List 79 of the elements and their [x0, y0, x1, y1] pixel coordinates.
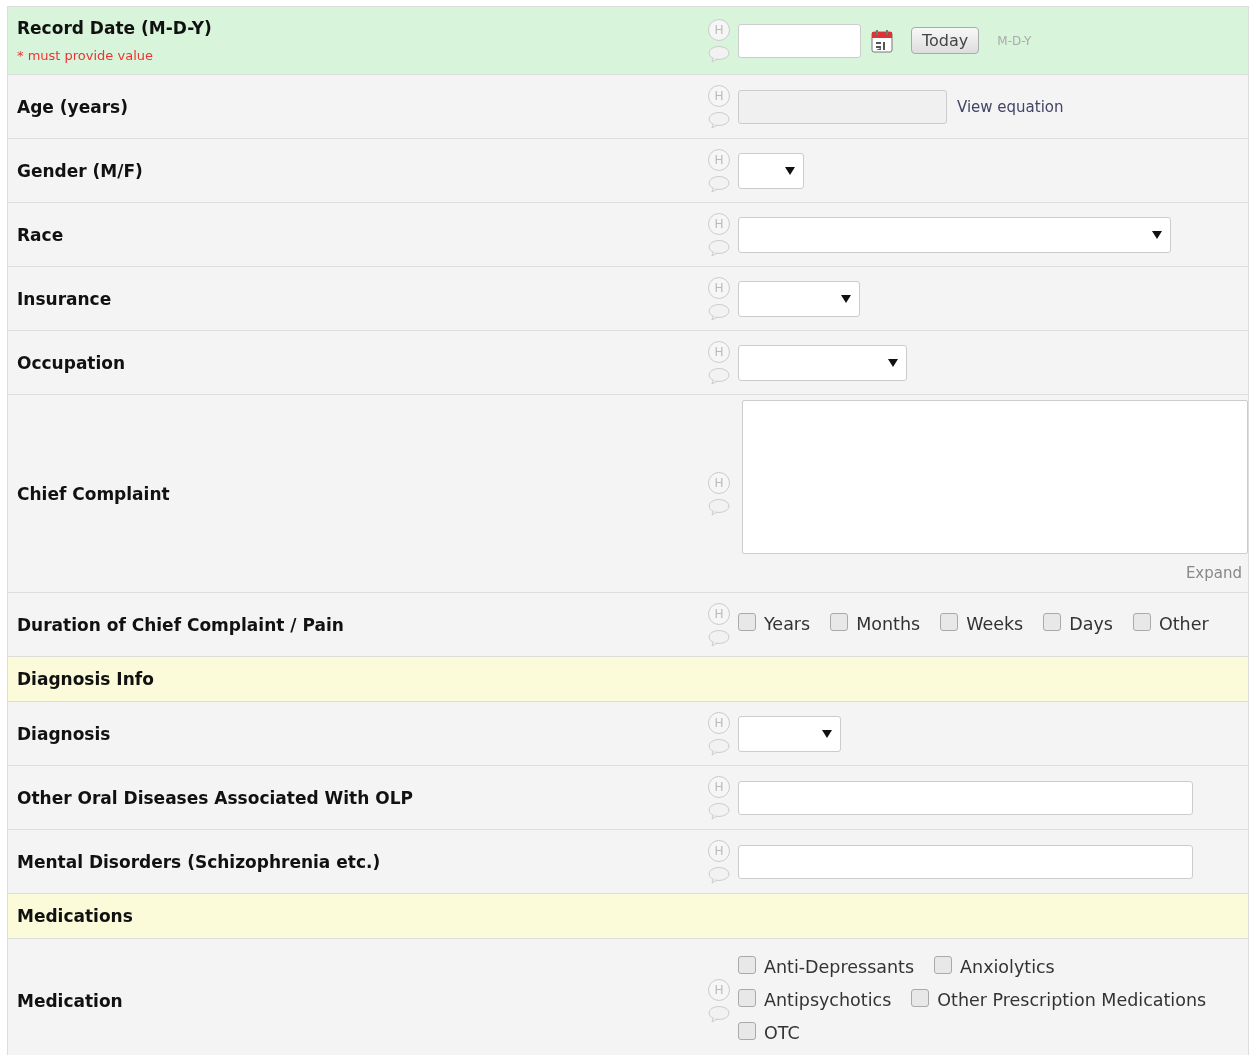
text-input[interactable]: [738, 844, 1193, 879]
today-button[interactable]: Today: [911, 27, 980, 54]
history-icon[interactable]: H: [708, 340, 730, 363]
dropdown-select[interactable]: [738, 715, 841, 752]
history-icon[interactable]: H: [708, 775, 730, 798]
option-label: OTC: [764, 1023, 800, 1043]
checkbox[interactable]: [738, 1022, 756, 1040]
dropdown-select[interactable]: [738, 216, 1171, 253]
history-icon[interactable]: H: [708, 148, 730, 171]
option-label: Months: [856, 614, 921, 634]
section-header: Medications: [7, 894, 1249, 939]
section-header: Diagnosis Info: [7, 657, 1249, 702]
history-icon[interactable]: H: [708, 711, 730, 734]
checkbox[interactable]: [1043, 613, 1062, 631]
calendar-icon[interactable]: [871, 28, 893, 53]
history-icon[interactable]: H: [708, 602, 730, 625]
dropdown-arrow-icon: [841, 294, 851, 303]
option-label: Weeks: [966, 614, 1024, 634]
dropdown-arrow-icon: [822, 729, 832, 738]
field-label: Medication: [17, 990, 124, 1011]
notes-textarea[interactable]: [742, 400, 1248, 554]
dropdown-arrow-icon: [785, 166, 795, 175]
comment-icon[interactable]: [708, 366, 730, 385]
field-label: Diagnosis: [17, 723, 112, 744]
dropdown-arrow-icon: [1152, 230, 1162, 239]
option-label: Anxiolytics: [960, 957, 1055, 977]
history-icon[interactable]: H: [708, 212, 730, 235]
comment-icon[interactable]: [708, 238, 730, 257]
field-label: Other Oral Diseases Associated With OLP: [17, 787, 414, 808]
history-icon[interactable]: H: [708, 84, 730, 107]
checkbox[interactable]: [934, 956, 953, 974]
comment-icon[interactable]: [708, 110, 730, 129]
option-label: Years: [764, 614, 811, 634]
checkbox[interactable]: [911, 989, 930, 1007]
comment-icon[interactable]: [708, 302, 730, 321]
expand-link[interactable]: Expand: [1185, 564, 1242, 582]
comment-icon[interactable]: [708, 737, 730, 756]
field-label: Mental Disorders (Schizophrenia etc.): [17, 851, 382, 872]
format-hint: M-D-Y: [997, 33, 1032, 48]
view-equation-link[interactable]: View equation: [957, 97, 1064, 116]
option-label: Antipsychotics: [764, 990, 892, 1010]
history-icon[interactable]: H: [708, 471, 730, 494]
field-label: Gender (M/F): [17, 160, 144, 181]
comment-icon[interactable]: [708, 44, 730, 63]
checkbox[interactable]: [738, 989, 756, 1007]
field-label: Duration of Chief Complaint / Pain: [17, 614, 345, 635]
field-label: Chief Complaint: [17, 483, 171, 504]
calculated-field[interactable]: [738, 89, 947, 124]
comment-icon[interactable]: [708, 628, 730, 647]
dropdown-select[interactable]: [738, 152, 804, 189]
checkbox[interactable]: [1132, 613, 1151, 631]
required-note: * must provide value: [17, 48, 154, 63]
history-icon[interactable]: H: [708, 978, 730, 1001]
dropdown-arrow-icon: [888, 358, 898, 367]
field-label: Record Date (M-D-Y): [17, 18, 213, 38]
checkbox[interactable]: [940, 613, 959, 631]
comment-icon[interactable]: [708, 497, 730, 516]
field-label: Insurance: [17, 288, 113, 309]
comment-icon[interactable]: [708, 801, 730, 820]
dropdown-select[interactable]: [738, 280, 860, 317]
option-label: Other Prescription Medications: [937, 990, 1207, 1010]
text-input[interactable]: [738, 780, 1193, 815]
option-label: Other: [1158, 614, 1209, 634]
history-icon[interactable]: H: [708, 839, 730, 862]
checkbox[interactable]: [738, 613, 756, 631]
field-label: Race: [17, 224, 65, 245]
option-label: Anti-Depressants: [764, 957, 915, 977]
comment-icon[interactable]: [708, 865, 730, 884]
dropdown-select[interactable]: [738, 344, 907, 381]
comment-icon[interactable]: [708, 1004, 730, 1023]
history-icon[interactable]: H: [708, 18, 730, 41]
comment-icon[interactable]: [708, 174, 730, 193]
option-label: Days: [1069, 614, 1113, 634]
checkbox[interactable]: [830, 613, 849, 631]
date-input[interactable]: [738, 23, 861, 58]
field-label: Occupation: [17, 352, 127, 373]
checkbox[interactable]: [738, 956, 756, 974]
field-label: Age (years): [17, 96, 129, 117]
history-icon[interactable]: H: [708, 276, 730, 299]
